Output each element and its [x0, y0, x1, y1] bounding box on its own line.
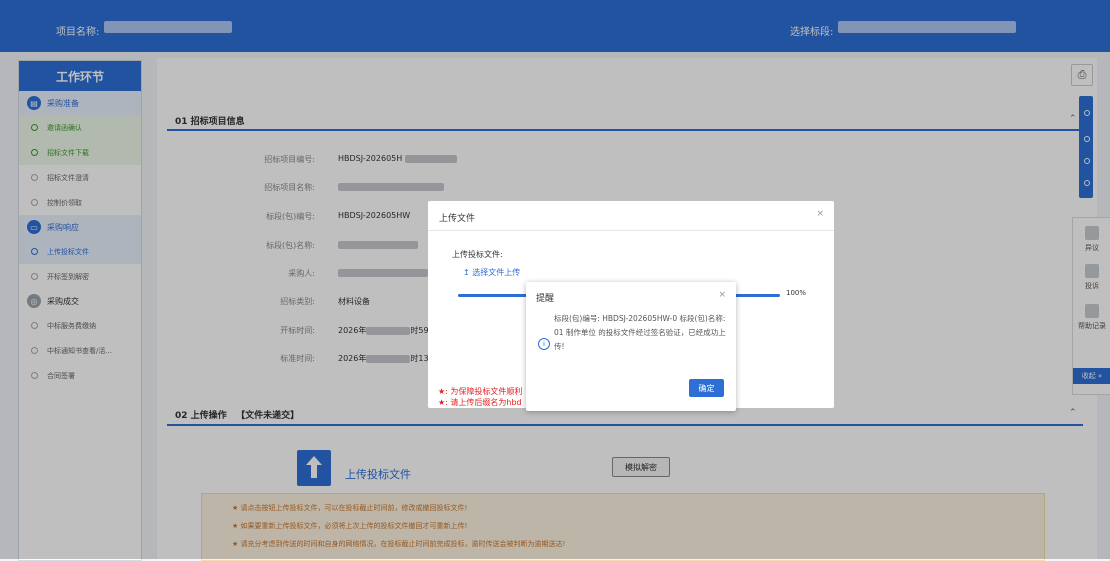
dialog-title: 提醒	[536, 294, 555, 304]
upload-file-label: 上传投标文件:	[452, 250, 503, 259]
dialog-title: 上传文件	[439, 214, 476, 224]
reminder-message: 标段(包)编号: HBDSJ-202605HW-0 标段(包)名称: 01 制作…	[554, 314, 726, 351]
confirm-button[interactable]: 确定	[689, 379, 724, 397]
dialog-divider	[428, 230, 834, 231]
upload-progress-percent: 100%	[786, 289, 807, 297]
warning-text: ★: 为保障投标文件顺利	[438, 387, 523, 396]
reminder-dialog: 提醒 × i 标段(包)编号: HBDSJ-202605HW-0 标段(包)名称…	[526, 282, 736, 411]
close-icon[interactable]: ×	[718, 290, 726, 300]
info-icon: i	[538, 338, 550, 350]
close-icon[interactable]: ×	[816, 209, 824, 219]
warning-text: ★: 请上传后缀名为hbd	[438, 398, 522, 407]
select-file-upload-link[interactable]: ↥ 选择文件上传	[463, 267, 520, 278]
